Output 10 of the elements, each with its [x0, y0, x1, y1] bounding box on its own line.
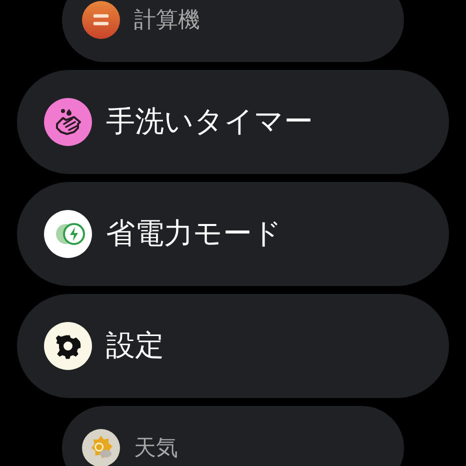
app-item[interactable]: 設定 — [17, 294, 449, 398]
weather-icon — [82, 429, 120, 466]
equals-icon — [82, 1, 120, 39]
app-item[interactable]: 天気 — [62, 406, 404, 466]
battery-saver-icon — [44, 210, 92, 258]
app-item[interactable]: 省電力モード — [17, 182, 449, 286]
hands-icon — [44, 98, 92, 146]
app-item[interactable]: 計算機 — [62, 0, 404, 62]
app-item[interactable]: 手洗いタイマー — [17, 70, 449, 174]
settings-icon — [44, 322, 92, 370]
